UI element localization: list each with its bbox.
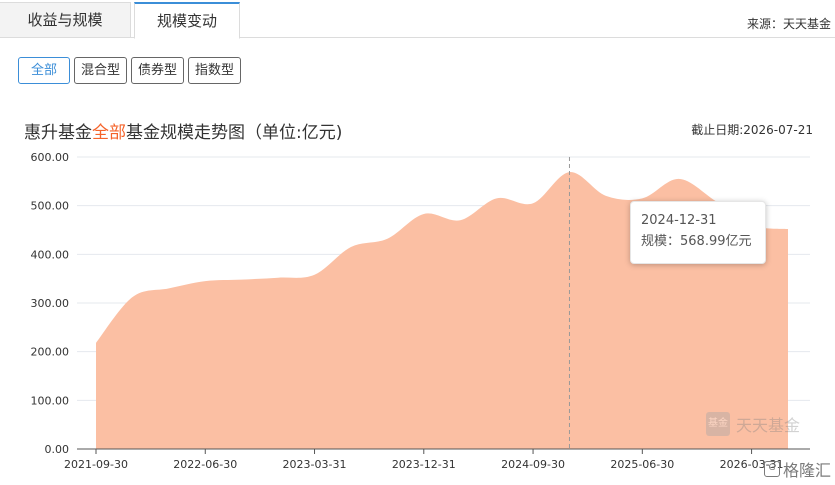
x-tick-label: 2025-06-30 bbox=[610, 458, 674, 471]
gelonghui-logo-icon: G bbox=[763, 461, 780, 477]
y-tick-label: 400.00 bbox=[31, 248, 70, 261]
watermark-text: 天天基金 bbox=[736, 416, 801, 435]
x-tick-label: 2021-09-30 bbox=[64, 458, 128, 471]
x-tick-label: 2023-03-31 bbox=[283, 458, 347, 471]
tiantian-logo-icon: 基金 bbox=[706, 412, 730, 436]
y-tick-label: 300.00 bbox=[31, 297, 70, 310]
chart-tooltip: 2024-12-31 规模：568.99亿元 bbox=[630, 201, 766, 264]
tiantian-watermark: 基金 天天基金 bbox=[706, 412, 800, 436]
x-tick-label: 2022-06-30 bbox=[173, 458, 237, 471]
x-tick-label: 2024-09-30 bbox=[501, 458, 565, 471]
tooltip-value: 规模：568.99亿元 bbox=[641, 234, 752, 249]
corner-watermark: G 格隆汇 bbox=[763, 457, 831, 481]
y-tick-label: 600.00 bbox=[31, 151, 70, 164]
y-tick-label: 500.00 bbox=[31, 200, 70, 213]
y-tick-label: 200.00 bbox=[31, 346, 70, 359]
y-tick-label: 100.00 bbox=[31, 394, 70, 407]
corner-watermark-text: 格隆汇 bbox=[782, 461, 831, 480]
y-tick-label: 0.00 bbox=[45, 443, 70, 456]
x-tick-label: 2023-12-31 bbox=[392, 458, 456, 471]
tooltip-date: 2024-12-31 bbox=[641, 213, 717, 228]
